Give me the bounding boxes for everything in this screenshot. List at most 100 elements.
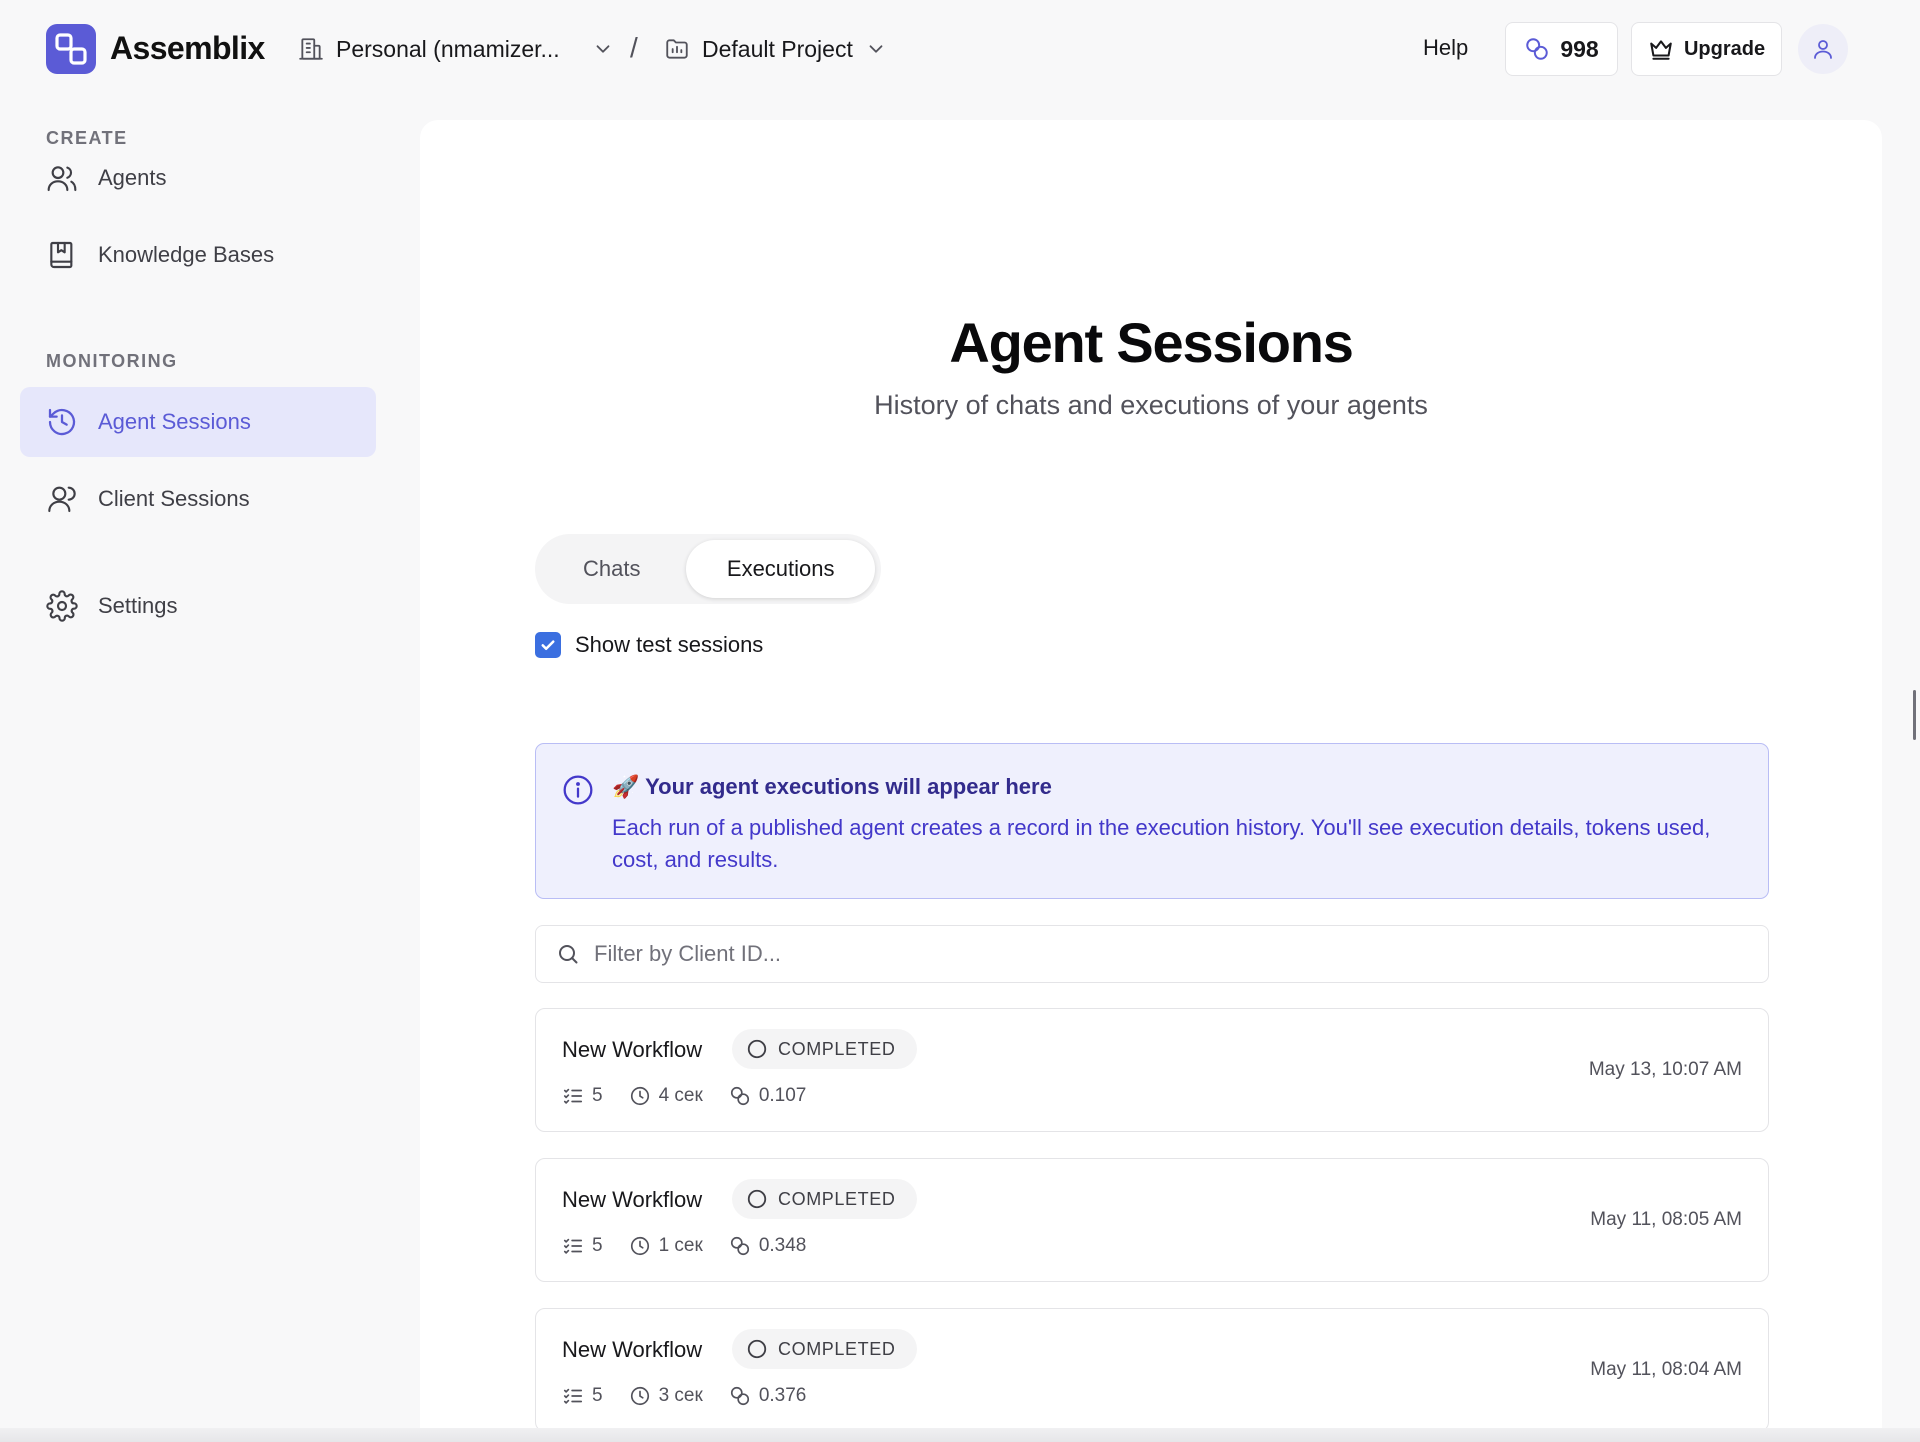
- check-icon: [541, 640, 555, 651]
- steps-value: 5: [592, 1385, 603, 1406]
- sidebar-item-label: Client Sessions: [98, 486, 250, 511]
- status-label: COMPLETED: [778, 1338, 896, 1359]
- organization-name: Personal (nmamizer...: [336, 35, 560, 62]
- app-name[interactable]: Assemblix: [110, 30, 265, 67]
- list-checks-icon: [563, 1088, 583, 1104]
- duration: 4 сек: [629, 1085, 703, 1107]
- book-icon: [50, 241, 73, 269]
- help-link[interactable]: Help: [1423, 35, 1468, 61]
- users-icon: [47, 166, 77, 192]
- workflow-name: New Workflow: [562, 1337, 703, 1362]
- session-meta: 5 1 сек 0.348: [562, 1235, 832, 1257]
- user-icon: [1814, 40, 1832, 59]
- cost: 0.376: [729, 1385, 807, 1407]
- sidebar-item-agents[interactable]: Agents: [20, 143, 376, 213]
- session-date: May 13, 10:07 AM: [1588, 1059, 1742, 1080]
- session-card[interactable]: New Workflow COMPLETED 5 3 сек 0.376 May…: [535, 1308, 1769, 1432]
- session-type-tabs: Chats Executions: [535, 534, 881, 604]
- duration: 3 сек: [629, 1385, 703, 1407]
- tab-chats[interactable]: Chats: [541, 540, 682, 598]
- session-card[interactable]: New Workflow COMPLETED 5 4 сек 0.107 May…: [535, 1008, 1769, 1132]
- client-id-search: [535, 925, 1769, 983]
- sidebar-item-settings[interactable]: Settings: [20, 571, 376, 641]
- sidebar-item-agent-sessions[interactable]: Agent Sessions: [20, 387, 376, 457]
- status-circle-icon: [747, 1339, 767, 1359]
- upgrade-label: Upgrade: [1683, 37, 1766, 60]
- sidebar-item-label: Agent Sessions: [98, 409, 251, 434]
- section-label-monitoring: MONITORING: [46, 351, 178, 371]
- page-title: Agent Sessions: [949, 311, 1354, 374]
- user-avatar[interactable]: [1798, 24, 1848, 74]
- workflow-name: New Workflow: [562, 1187, 703, 1212]
- cost-value: 0.107: [758, 1085, 807, 1106]
- sidebar-item-label: Settings: [98, 593, 178, 618]
- sidebar: CREATE Agents Knowledge Bases MONITORING…: [0, 98, 400, 1442]
- coins-icon: [730, 1386, 749, 1406]
- history-icon: [48, 408, 76, 436]
- status-label: COMPLETED: [778, 1038, 896, 1059]
- breadcrumb-separator: /: [630, 32, 638, 63]
- clock-icon: [630, 1086, 649, 1106]
- duration-value: 3 сек: [658, 1385, 703, 1406]
- project-switcher[interactable]: Default Project: [664, 30, 887, 68]
- cost: 0.107: [729, 1085, 807, 1107]
- user-icon: [48, 486, 76, 513]
- show-test-sessions-label[interactable]: Show test sessions: [575, 632, 763, 658]
- info-title: 🚀 Your agent executions will appear here: [612, 774, 1052, 800]
- show-test-sessions-toggle: Show test sessions: [535, 632, 763, 658]
- status-circle-icon: [747, 1189, 767, 1209]
- upgrade-button[interactable]: Upgrade: [1631, 22, 1782, 76]
- folder-icon: [666, 39, 688, 59]
- session-meta: 5 4 сек 0.107: [562, 1085, 832, 1107]
- session-date: May 11, 08:05 AM: [1590, 1209, 1742, 1230]
- show-test-sessions-checkbox[interactable]: [535, 632, 561, 658]
- page-subtitle: History of chats and executions of your …: [874, 390, 1428, 420]
- info-icon: [563, 775, 593, 805]
- steps-value: 5: [592, 1235, 603, 1256]
- rocket-icon: 🚀: [612, 774, 640, 799]
- status-circle-icon: [747, 1039, 767, 1059]
- info-banner: 🚀 Your agent executions will appear here…: [535, 743, 1769, 899]
- sidebar-item-client-sessions[interactable]: Client Sessions: [20, 464, 376, 534]
- steps-count: 5: [562, 1235, 603, 1257]
- coins-icon: [730, 1236, 749, 1256]
- steps-count: 5: [562, 1385, 603, 1407]
- duration-value: 4 сек: [658, 1085, 703, 1106]
- coins-icon: [1526, 38, 1549, 60]
- cost-value: 0.348: [758, 1235, 807, 1256]
- bottom-edge: [0, 1428, 1920, 1442]
- building-icon: [299, 38, 323, 60]
- gear-icon: [46, 590, 78, 622]
- crown-icon: [1650, 40, 1672, 60]
- project-name: Default Project: [702, 35, 853, 62]
- steps-count: 5: [562, 1085, 603, 1107]
- organization-switcher[interactable]: Personal (nmamizer...: [298, 30, 614, 68]
- main-content: Agent Sessions History of chats and exec…: [420, 120, 1882, 1442]
- tab-executions[interactable]: Executions: [686, 540, 875, 598]
- cost: 0.348: [729, 1235, 807, 1257]
- steps-value: 5: [592, 1085, 603, 1106]
- status-label: COMPLETED: [778, 1188, 896, 1209]
- session-date: May 11, 08:04 AM: [1590, 1359, 1742, 1380]
- assemblix-logo-icon[interactable]: [46, 24, 96, 74]
- list-checks-icon: [563, 1388, 583, 1404]
- sidebar-item-label: Knowledge Bases: [98, 242, 275, 267]
- sidebar-item-knowledge-bases[interactable]: Knowledge Bases: [20, 220, 376, 290]
- cost-value: 0.376: [758, 1385, 807, 1406]
- client-id-search-input[interactable]: [594, 941, 1768, 967]
- session-meta: 5 3 сек 0.376: [562, 1385, 832, 1407]
- credits-button[interactable]: 998: [1505, 22, 1618, 76]
- duration-value: 1 сек: [658, 1235, 703, 1256]
- status-badge: COMPLETED: [732, 1179, 918, 1219]
- list-checks-icon: [563, 1238, 583, 1254]
- clock-icon: [630, 1386, 649, 1406]
- workflow-name: New Workflow: [562, 1037, 703, 1062]
- credits-count: 998: [1560, 35, 1599, 62]
- info-body: Each run of a published agent creates a …: [612, 815, 1711, 872]
- info-title-text: Your agent executions will appear here: [645, 774, 1052, 799]
- top-header: Assemblix Personal (nmamizer... / Defaul…: [0, 0, 1920, 98]
- scrollbar-handle[interactable]: [1913, 690, 1916, 740]
- chevron-down-icon: [869, 45, 883, 53]
- status-badge: COMPLETED: [732, 1029, 918, 1069]
- session-card[interactable]: New Workflow COMPLETED 5 1 сек 0.348 May…: [535, 1158, 1769, 1282]
